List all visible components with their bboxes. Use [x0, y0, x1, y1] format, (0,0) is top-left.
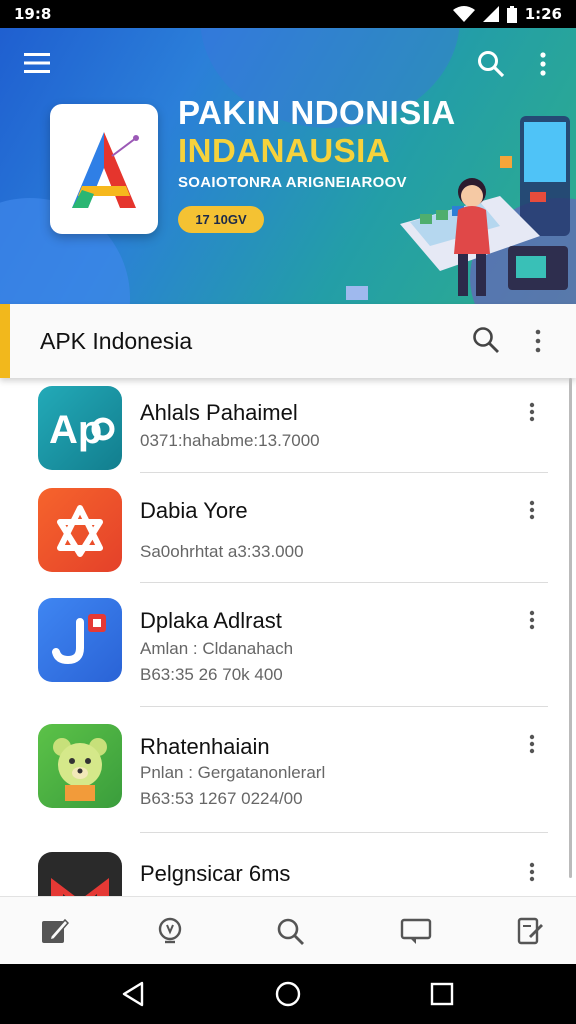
app-name: Dplaka Adlrast	[140, 608, 282, 633]
list-item[interactable]: Rhatenhaiain Pnlan : Gergatanonlerarl B6…	[0, 708, 576, 834]
item-more-vert-icon[interactable]	[528, 862, 536, 882]
divider	[140, 832, 548, 833]
status-time-right: 1:26	[524, 5, 562, 23]
item-more-vert-icon[interactable]	[528, 402, 536, 422]
search-icon[interactable]	[477, 50, 505, 78]
bear-icon	[38, 724, 122, 808]
bottom-navigation	[0, 896, 576, 964]
app-name: Pelgnsicar 6ms	[140, 861, 291, 886]
signal-icon	[482, 6, 499, 22]
list-item[interactable]: Dplaka Adlrast Amlan : Cldanahach B63:35…	[0, 584, 576, 708]
more-vert-icon[interactable]	[539, 52, 547, 76]
app-logo	[50, 104, 158, 234]
app-bar-title: APK Indonesia	[40, 327, 193, 354]
nav-notes-tab[interactable]	[510, 911, 550, 951]
search-icon	[277, 918, 304, 945]
system-navigation-bar	[0, 964, 576, 1024]
app-meta: Sa0ohrhtat a3:33.000	[140, 542, 304, 561]
list-item[interactable]: Ap Ahlals Pahaimel 0371:hahabme:13.7000	[0, 378, 576, 474]
chat-icon	[400, 918, 432, 944]
lightbulb-icon	[158, 917, 182, 944]
app-meta: B63:35 26 70k 400	[140, 665, 283, 684]
app-star-icon	[38, 488, 122, 572]
divider	[140, 706, 548, 707]
menu-icon[interactable]	[24, 52, 50, 74]
home-icon[interactable]	[274, 980, 302, 1008]
item-more-vert-icon[interactable]	[528, 500, 536, 520]
app-name: Dabia Yore	[140, 498, 248, 523]
hero-banner: PAKIN NDONISIA INDANAUSIA SOAIOTONRA ARI…	[0, 28, 576, 304]
nav-ideas-tab[interactable]	[150, 911, 190, 951]
battery-icon	[506, 5, 517, 23]
list-item[interactable]: Pelgnsicar 6ms	[0, 834, 576, 896]
notes-icon	[517, 917, 543, 945]
app-bar: APK Indonesia	[0, 304, 576, 378]
nav-search-tab[interactable]	[270, 911, 310, 951]
item-more-vert-icon[interactable]	[528, 610, 536, 630]
app-name: Ahlals Pahaimel	[140, 400, 298, 425]
app-meta: 0371:hahabme:13.7000	[140, 431, 320, 450]
app-a-icon: Ap	[38, 386, 122, 470]
item-more-vert-icon[interactable]	[528, 734, 536, 754]
appbar-more-vert-icon[interactable]	[534, 329, 542, 353]
divider	[140, 472, 548, 473]
hero-pill-button[interactable]: 17 10GV	[178, 206, 264, 233]
app-meta: Amlan : Cldanahach	[140, 639, 294, 658]
logo-a-icon	[72, 132, 139, 208]
list-item[interactable]: Dabia Yore Sa0ohrhtat a3:33.000	[0, 474, 576, 584]
status-bar: 19:8 1:26	[0, 0, 576, 28]
divider	[140, 582, 548, 583]
appbar-search-icon[interactable]	[472, 326, 500, 354]
app-j-icon	[38, 598, 122, 682]
hero-illustration	[346, 116, 570, 300]
nav-chat-tab[interactable]	[396, 911, 436, 951]
wifi-icon	[452, 6, 475, 22]
app-name: Rhatenhaiain	[140, 734, 270, 759]
app-list: Ap Ahlals Pahaimel 0371:hahabme:13.7000 …	[0, 378, 576, 896]
scrollbar[interactable]	[569, 378, 572, 878]
recents-icon[interactable]	[430, 982, 454, 1006]
app-meta: B63:53 1267 0224/00	[140, 789, 303, 808]
back-icon[interactable]	[120, 980, 146, 1008]
status-time-left: 19:8	[14, 5, 52, 23]
edit-icon	[42, 918, 69, 943]
app-meta: Pnlan : Gergatanonlerarl	[140, 763, 326, 782]
nav-edit-tab[interactable]	[34, 911, 74, 951]
gmail-icon	[38, 852, 122, 896]
